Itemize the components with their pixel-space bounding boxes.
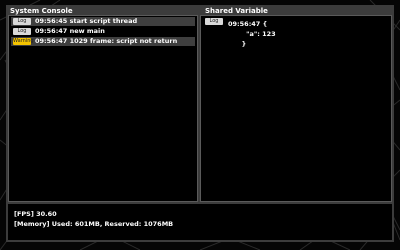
log-level-badge: Log [13,28,31,35]
memory-readout: [Memory] Used: 601MB, Reserved: 1076MB [14,220,174,228]
code-line: } [241,40,247,48]
shared-variable-panel[interactable]: Log 09:56:47 { "a": 123 } [200,15,392,202]
warning-level-badge: Warning [13,38,34,45]
log-message: 09:56:47 new main [35,27,105,35]
status-bar: [FPS] 30.60 [Memory] Used: 601MB, Reserv… [8,204,392,240]
variable-time: 09:56:47 [228,20,261,28]
code-line: "a": 123 [246,30,276,38]
fps-readout: [FPS] 30.60 [14,210,57,218]
list-item[interactable]: Log 09:56:45 start script thread [11,17,195,26]
list-item[interactable]: Log 09:56:47 new main [11,27,195,36]
log-message: 09:56:47 1029 frame: script not return [35,37,178,45]
log-message: 09:56:45 start script thread [35,17,138,25]
system-console-panel[interactable]: Log 09:56:45 start script thread Log 09:… [8,15,198,202]
log-level-badge: Log [13,18,31,25]
list-item[interactable]: Warning 09:56:47 1029 frame: script not … [11,37,195,46]
code-line: { [262,20,268,28]
log-level-badge: Log [205,18,223,25]
shared-variable-value: 09:56:47 { "a": 123 } [228,19,276,49]
